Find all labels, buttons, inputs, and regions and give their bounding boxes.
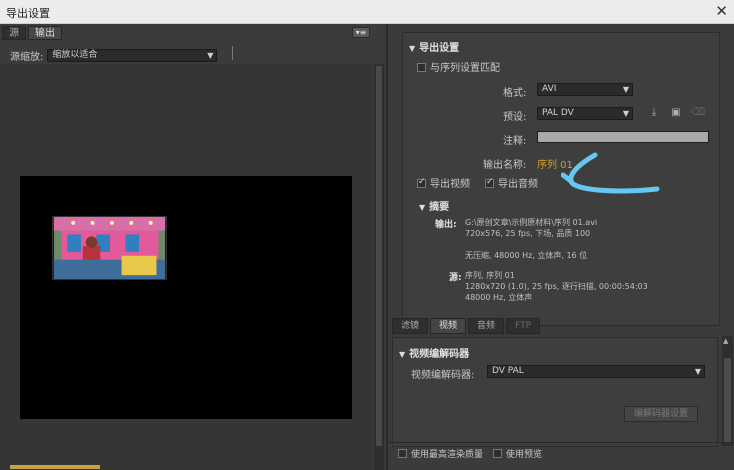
video-codec-title: 视频编解码器 xyxy=(409,349,470,360)
max-render-quality-label: 使用最高渲染质量 xyxy=(411,450,484,460)
save-preset-icon[interactable]: ⤓ xyxy=(647,107,661,119)
match-sequence-row[interactable]: 与序列设置匹配 xyxy=(417,59,500,74)
collapse-triangle-icon[interactable]: ▼ xyxy=(409,44,415,53)
window-title: 导出设置 xyxy=(6,7,50,20)
match-sequence-checkbox[interactable] xyxy=(417,63,426,72)
summary-source-line: 序列, 序列 01 xyxy=(465,271,515,280)
preview-area xyxy=(0,64,372,470)
options-divider xyxy=(388,442,734,443)
max-render-quality-checkbox[interactable] xyxy=(398,449,407,458)
export-settings-title: 导出设置 xyxy=(419,43,460,54)
summary-source-line: 48000 Hz, 立体声 xyxy=(465,293,533,302)
title-bar: 导出设置 ✕ xyxy=(0,0,734,24)
close-icon[interactable]: ✕ xyxy=(715,2,728,20)
summary-output-line: 720x576, 25 fps, 下场, 品质 100 xyxy=(465,229,591,238)
chevron-down-icon: ▼ xyxy=(622,85,629,94)
chevron-down-icon: ▼ xyxy=(694,367,701,376)
scroll-up-icon[interactable]: ▲ xyxy=(723,337,728,345)
source-scaling-dropdown[interactable]: 缩放以适合 ▼ xyxy=(47,49,218,62)
import-preset-icon[interactable]: ▣ xyxy=(669,107,683,119)
settings-scrollbar[interactable]: ▲ xyxy=(722,336,733,446)
video-codec-value: DV PAL xyxy=(492,366,524,376)
summary-output-label: 输出: xyxy=(435,220,457,230)
match-sequence-label: 与序列设置匹配 xyxy=(430,63,500,74)
preset-value: PAL DV xyxy=(542,108,574,118)
use-previews-label: 使用预览 xyxy=(506,450,543,460)
toolbar-divider xyxy=(232,46,233,60)
tab-output[interactable]: 输出 xyxy=(28,26,62,40)
render-options-row: 使用最高渲染质量 使用预览 xyxy=(398,447,552,460)
collapse-triangle-icon[interactable]: ▼ xyxy=(399,350,405,359)
tab-ftp[interactable]: FTP xyxy=(506,318,540,334)
delete-preset-icon[interactable]: ⌫ xyxy=(691,107,705,119)
chevron-down-icon: ▼ xyxy=(207,51,214,60)
preset-label: 预设: xyxy=(503,112,527,123)
source-scaling-label: 源缩放: xyxy=(10,52,44,63)
format-dropdown[interactable]: AVI ▼ xyxy=(537,83,633,96)
summary-output-line: G:\原创文章\示例原材料\序列 01.avi xyxy=(465,218,598,227)
right-panel: ▼ 导出设置 与序列设置匹配 格式: AVI ▼ 预设: PAL DV ▼ ⤓ ▣… xyxy=(388,24,734,470)
summary-output-text: G:\原创文章\示例原材料\序列 01.avi 720x576, 25 fps, … xyxy=(465,217,597,261)
scrollbar-thumb[interactable] xyxy=(724,358,731,442)
source-output-tabs: 源 输出 xyxy=(2,26,64,40)
video-codec-header[interactable]: ▼ 视频编解码器 xyxy=(399,345,469,360)
scrollbar-thumb[interactable] xyxy=(376,66,382,446)
export-settings-box: ▼ 导出设置 与序列设置匹配 格式: AVI ▼ 预设: PAL DV ▼ ⤓ ▣… xyxy=(402,32,720,326)
tab-filters[interactable]: 滤镜 xyxy=(392,318,429,334)
format-label: 格式: xyxy=(503,88,527,99)
summary-source-line: 1280x720 (1.0), 25 fps, 逐行扫描, 00:00:54:0… xyxy=(465,282,648,291)
tab-audio[interactable]: 音频 xyxy=(468,318,505,334)
max-render-quality-option[interactable]: 使用最高渲染质量 xyxy=(398,447,483,460)
timeline-range-bar[interactable] xyxy=(10,465,100,469)
settings-tabs: 滤镜 视频 音频 FTP xyxy=(392,318,542,334)
summary-title: 摘要 xyxy=(429,202,450,213)
source-scaling-row: 源缩放: 缩放以适合 ▼ xyxy=(10,48,218,63)
annotation-arrow-icon xyxy=(561,152,660,194)
summary-header[interactable]: ▼ 摘要 xyxy=(419,198,449,213)
comment-field[interactable] xyxy=(537,131,709,143)
summary-output-line xyxy=(465,239,597,250)
tab-source[interactable]: 源 xyxy=(2,26,26,40)
export-audio-label: 导出音频 xyxy=(498,179,538,190)
preview-scrollbar[interactable] xyxy=(374,64,384,470)
video-codec-label: 视频编解码器: xyxy=(411,370,475,381)
panel-menu-icon[interactable]: ▾≡ xyxy=(352,27,370,38)
export-audio-row[interactable]: 导出音频 xyxy=(485,175,538,190)
use-previews-checkbox[interactable] xyxy=(493,449,503,458)
use-previews-option[interactable]: 使用预览 xyxy=(493,447,542,460)
format-value: AVI xyxy=(542,84,557,94)
output-name-label: 输出名称: xyxy=(483,160,527,171)
source-scaling-value: 缩放以适合 xyxy=(52,50,98,60)
preset-dropdown[interactable]: PAL DV ▼ xyxy=(537,107,633,120)
chevron-down-icon: ▼ xyxy=(622,109,629,118)
summary-output-line: 无压缩, 48000 Hz, 立体声, 16 位 xyxy=(465,251,588,260)
summary-source-text: 序列, 序列 01 1280x720 (1.0), 25 fps, 逐行扫描, 0… xyxy=(465,270,648,303)
video-codec-dropdown[interactable]: DV PAL ▼ xyxy=(487,365,705,378)
output-preview-frame xyxy=(20,176,352,419)
summary-source-label: 源: xyxy=(449,273,462,283)
collapse-triangle-icon[interactable]: ▼ xyxy=(419,203,425,212)
export-settings-header[interactable]: ▼ 导出设置 xyxy=(409,39,459,54)
tab-video[interactable]: 视频 xyxy=(430,318,467,334)
video-settings-box: ▼ 视频编解码器 视频编解码器: DV PAL ▼ xyxy=(392,337,718,447)
comment-label: 注释: xyxy=(503,136,527,147)
export-video-row[interactable]: 导出视频 xyxy=(417,175,470,190)
export-audio-checkbox[interactable] xyxy=(485,177,494,188)
export-video-label: 导出视频 xyxy=(430,179,470,190)
video-frame-thumbnail xyxy=(52,216,167,280)
left-panel: 源 输出 ▾≡ 源缩放: 缩放以适合 ▼ xyxy=(0,24,386,470)
export-video-checkbox[interactable] xyxy=(417,177,426,188)
codec-settings-button[interactable]: 编解码器设置 xyxy=(624,406,698,422)
